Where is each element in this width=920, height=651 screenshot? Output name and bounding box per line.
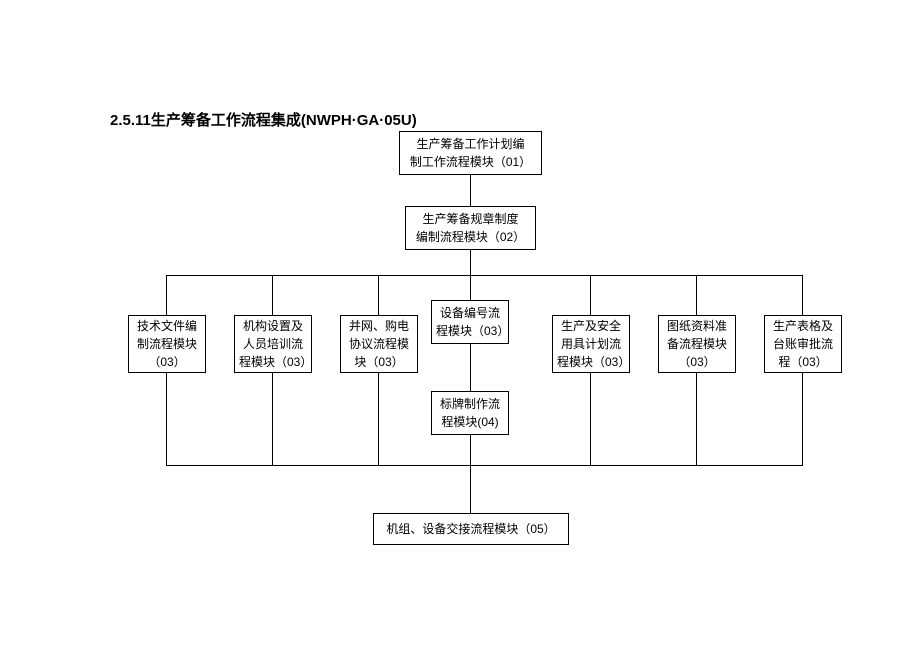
node-03b-line2: 人员培训流 xyxy=(243,335,303,353)
drop-03d xyxy=(470,275,471,300)
node-02-line1: 生产筹备规章制度 xyxy=(422,210,518,228)
rise-03g xyxy=(802,373,803,465)
section-title: 2.5.11生产筹备工作流程集成(NWPH·GA·05U) xyxy=(110,109,417,130)
rise-03c xyxy=(378,373,379,465)
node-03a-line3: （03） xyxy=(148,353,185,371)
node-02-line2: 编制流程模块（02） xyxy=(416,228,525,246)
bus-top xyxy=(166,275,802,276)
node-03f-drawings: 图纸资料准 备流程模块 （03） xyxy=(658,315,736,373)
node-03b-line1: 机构设置及 xyxy=(243,317,303,335)
node-03d-line1: 设备编号流 xyxy=(440,304,500,322)
node-03c-line1: 并网、购电 xyxy=(349,317,409,335)
connector-bus-05 xyxy=(470,465,471,513)
node-03e-safety: 生产及安全 用具计划流 程模块（03） xyxy=(552,315,630,373)
bus-bottom xyxy=(166,465,803,466)
node-03e-line2: 用具计划流 xyxy=(561,335,621,353)
rise-03b xyxy=(272,373,273,465)
rise-03a xyxy=(166,373,167,465)
drop-03b xyxy=(272,275,273,315)
node-03e-line3: 程模块（03） xyxy=(557,353,625,371)
node-03g-line3: 程（03） xyxy=(778,353,827,371)
node-01-line2: 制工作流程模块（01） xyxy=(410,153,531,171)
rise-04 xyxy=(470,435,471,465)
node-05-line1: 机组、设备交接流程模块（05） xyxy=(386,520,555,538)
drop-03c xyxy=(378,275,379,315)
node-01-line1: 生产筹备工作计划编 xyxy=(416,135,524,153)
connector-01-02 xyxy=(470,175,471,206)
rise-03f xyxy=(696,373,697,465)
node-03f-line1: 图纸资料准 xyxy=(667,317,727,335)
drop-03e xyxy=(590,275,591,315)
node-02-rules: 生产筹备规章制度 编制流程模块（02） xyxy=(405,206,536,250)
node-03g-forms: 生产表格及 台账审批流 程（03） xyxy=(764,315,842,373)
connector-02-bus xyxy=(470,250,471,275)
node-03b-org-training: 机构设置及 人员培训流 程模块（03） xyxy=(234,315,312,373)
node-01-plan: 生产筹备工作计划编 制工作流程模块（01） xyxy=(399,131,542,175)
node-03g-line2: 台账审批流 xyxy=(773,335,833,353)
node-03f-line2: 备流程模块 xyxy=(667,335,727,353)
node-04-signs: 标牌制作流 程模块(04) xyxy=(431,391,509,435)
node-03f-line3: （03） xyxy=(678,353,715,371)
drop-03g xyxy=(802,275,803,315)
node-03a-line1: 技术文件编 xyxy=(137,317,197,335)
node-05-handover: 机组、设备交接流程模块（05） xyxy=(373,513,569,545)
drop-03f xyxy=(696,275,697,315)
node-03g-line1: 生产表格及 xyxy=(773,317,833,335)
node-03a-tech-docs: 技术文件编 制流程模块 （03） xyxy=(128,315,206,373)
connector-03d-04 xyxy=(470,344,471,391)
node-03d-line2: 程模块（03） xyxy=(436,322,504,340)
node-03d-equipment-number: 设备编号流 程模块（03） xyxy=(431,300,509,344)
drop-03a xyxy=(166,275,167,315)
node-03e-line1: 生产及安全 xyxy=(561,317,621,335)
node-03c-grid-power: 并网、购电 协议流程模 块（03） xyxy=(340,315,418,373)
node-04-line1: 标牌制作流 xyxy=(440,395,500,413)
node-03a-line2: 制流程模块 xyxy=(137,335,197,353)
rise-03e xyxy=(590,373,591,465)
node-03c-line2: 协议流程模 xyxy=(349,335,409,353)
node-04-line2: 程模块(04) xyxy=(441,413,498,431)
node-03c-line3: 块（03） xyxy=(354,353,403,371)
node-03b-line3: 程模块（03） xyxy=(239,353,307,371)
